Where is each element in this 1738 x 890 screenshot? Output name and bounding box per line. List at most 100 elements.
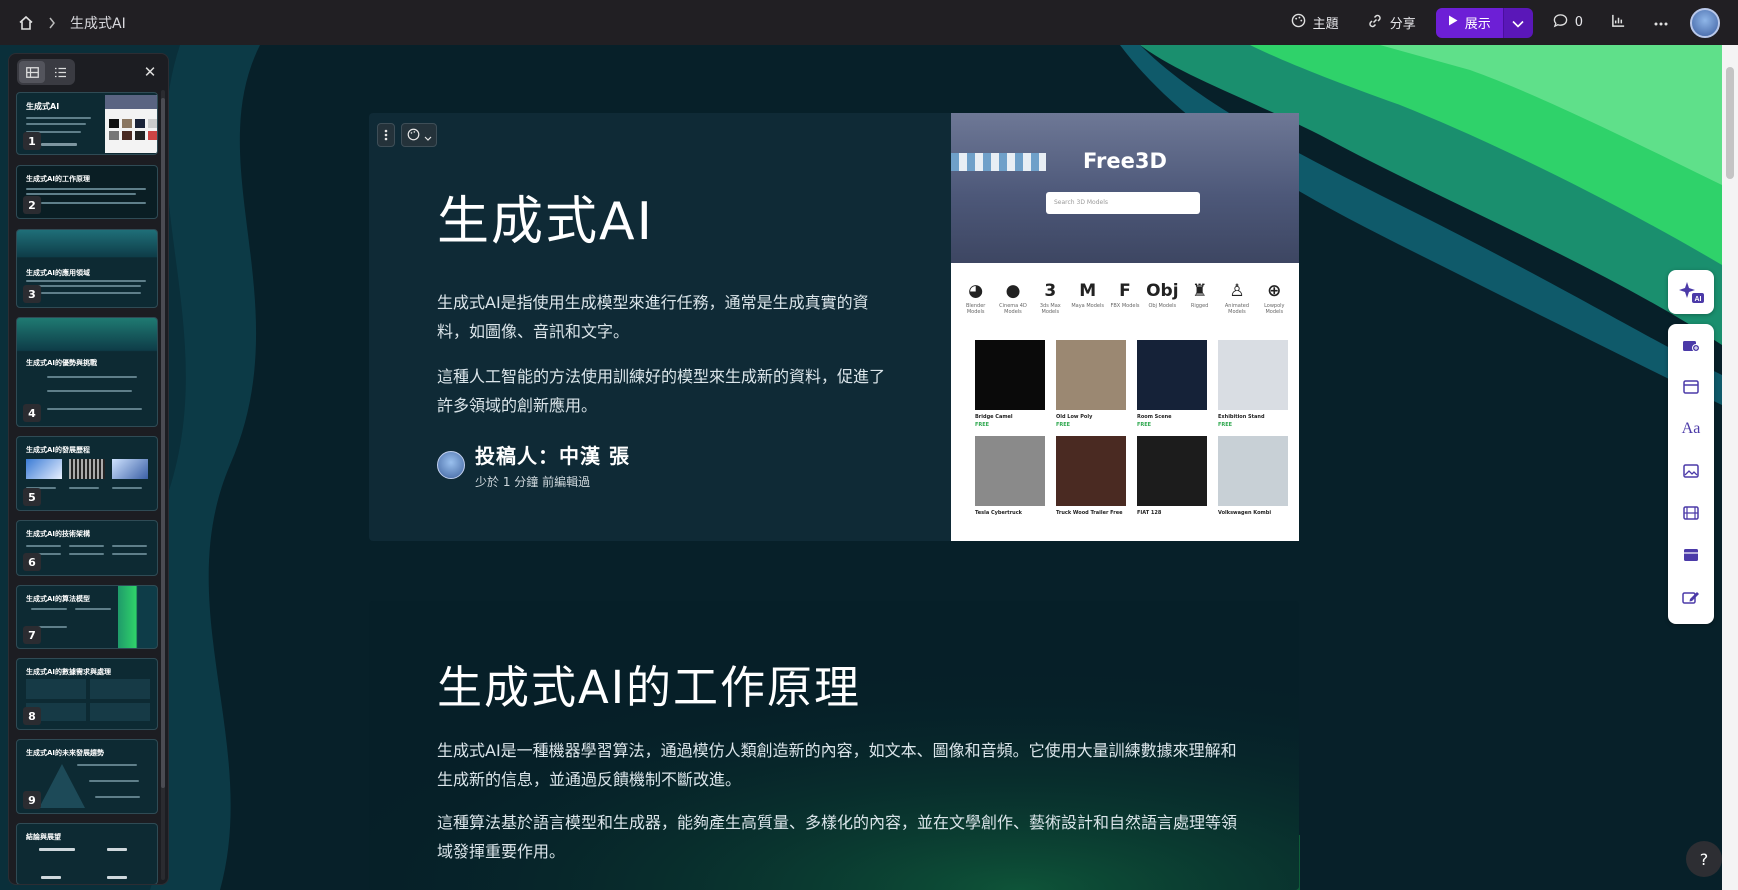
- thumbnail-number: 9: [23, 791, 41, 809]
- category-item: ◕ Blender Models: [965, 281, 986, 315]
- help-icon: ?: [1699, 849, 1709, 869]
- document-title[interactable]: 生成式AI: [70, 13, 126, 33]
- thumbnail-title: 生成式AI: [26, 102, 60, 111]
- add-card-icon: [1683, 341, 1700, 352]
- slide-thumbnail[interactable]: 生成式AI的數據需求與處理 8: [16, 658, 158, 730]
- layout-button[interactable]: [1668, 366, 1714, 408]
- card-style-button[interactable]: [401, 123, 437, 147]
- page-scrollbar[interactable]: [1722, 45, 1738, 890]
- thumbnail-number: 1: [23, 132, 41, 150]
- add-card-button[interactable]: [1668, 324, 1714, 366]
- sparkle-ai-icon: AI: [1679, 282, 1704, 303]
- image-icon: [1683, 464, 1699, 478]
- slide-thumbnail[interactable]: 生成式AI的未來發展趨勢 9: [16, 739, 158, 814]
- insert-embed-button[interactable]: [1668, 534, 1714, 576]
- model-card: Volkswagen Kombi: [1218, 436, 1288, 518]
- analytics-button[interactable]: [1597, 7, 1640, 38]
- model-card: FIAT 128: [1137, 436, 1207, 518]
- category-item: ⊕ Lowpoly Models: [1264, 281, 1285, 315]
- comments-button[interactable]: 0: [1539, 7, 1597, 38]
- comment-count: 0: [1574, 15, 1583, 30]
- free3d-search-box: Search 3D Models: [1046, 192, 1200, 214]
- thumbnail-title: 生成式AI的優勢與挑戰: [26, 359, 98, 367]
- slide-menu-button[interactable]: [377, 123, 395, 147]
- thumbnail-number: 7: [23, 626, 41, 644]
- thumbnail-title: 生成式AI的應用領域: [26, 269, 91, 277]
- thumbnail-title: 生成式AI的未來發展趨勢: [26, 749, 105, 757]
- model-grid: Bridge Camel FREE Old Low Poly FREE Room S…: [975, 340, 1288, 518]
- slide-thumbnail[interactable]: 生成式AI的工作原理 2: [16, 165, 158, 219]
- panel-scrollbar[interactable]: [161, 90, 165, 880]
- chevron-right-icon: [48, 17, 56, 29]
- slide-title[interactable]: 生成式AI的工作原理: [437, 651, 1237, 716]
- grid-view-button[interactable]: [19, 61, 45, 83]
- thumbnail-title: 生成式AI的發展歷程: [26, 446, 91, 454]
- slide-thumbnail[interactable]: 生成式AI的發展歷程 5: [16, 436, 158, 511]
- slide-thumbnail[interactable]: 結論與展望: [16, 823, 158, 884]
- thumbnail-title: 生成式AI的算法模型: [26, 595, 91, 603]
- help-button[interactable]: ?: [1686, 841, 1722, 877]
- free3d-hero: Free3D Search 3D Models: [951, 113, 1299, 263]
- category-item: ♜ Rigged: [1190, 281, 1209, 309]
- author-avatar: [437, 451, 465, 479]
- edited-timestamp: 少於 1 分鐘 前編輯過: [475, 475, 591, 489]
- model-card: Old Low Poly FREE: [1056, 340, 1126, 428]
- more-options-button[interactable]: [1640, 9, 1682, 36]
- palette-icon: [407, 126, 420, 145]
- slide-thumbnail[interactable]: 生成式AI的技術架構 6: [16, 520, 158, 576]
- author-block: 投稿人：中漢 張 少於 1 分鐘 前編輯過: [437, 440, 897, 490]
- svg-text:AI: AI: [1695, 296, 1702, 303]
- theme-button[interactable]: 主題: [1277, 7, 1353, 38]
- present-label: 展示: [1464, 17, 1491, 32]
- slide-paragraph[interactable]: 這種算法基於語言模型和生成器，能夠產生高質量、多樣化的內容，並在文學創作、藝術設…: [437, 808, 1237, 866]
- insert-image-button[interactable]: [1668, 450, 1714, 492]
- insert-form-button[interactable]: [1668, 576, 1714, 618]
- chevron-down-icon: [1512, 13, 1524, 32]
- layout-icon: [1683, 380, 1699, 394]
- model-card: Tesla Cybertruck: [975, 436, 1045, 518]
- slide-controls: [377, 123, 437, 147]
- thumbnail-title: 生成式AI的技術架構: [26, 530, 91, 538]
- slide-card[interactable]: 生成式AI的工作原理 生成式AI是一種機器學習算法，通過模仿人類創造新的內容，如…: [369, 601, 1299, 890]
- insert-video-button[interactable]: [1668, 492, 1714, 534]
- slide-title[interactable]: 生成式AI: [437, 179, 897, 254]
- user-avatar[interactable]: [1690, 7, 1720, 38]
- slide-thumbnail[interactable]: 生成式AI 1: [16, 92, 158, 155]
- share-button[interactable]: 分享: [1353, 7, 1430, 39]
- slide-paragraph[interactable]: 生成式AI是一種機器學習算法，通過模仿人類創造新的內容，如文本、圖像和音頻。它使…: [437, 736, 1237, 794]
- edit-form-icon: [1682, 592, 1699, 604]
- slide-paragraph[interactable]: 這種人工智能的方法使用訓練好的模型來生成新的資料，促進了許多領域的創新應用。: [437, 362, 897, 420]
- thumbnail-number: 3: [23, 285, 41, 303]
- thumbnail-image: [105, 95, 157, 153]
- breadcrumb: 生成式AI: [18, 13, 126, 33]
- present-options-button[interactable]: [1502, 7, 1533, 38]
- play-icon: [1448, 15, 1458, 30]
- slide-paragraph[interactable]: 生成式AI是指使用生成模型來進行任務，通常是生成真實的資料，如圖像、音訊和文字。: [437, 288, 897, 346]
- ai-assistant-button[interactable]: AI: [1668, 270, 1714, 314]
- slide-thumbnail[interactable]: 生成式AI的算法模型 7: [16, 585, 158, 649]
- category-item: ● Cinema 4D Models: [999, 281, 1027, 315]
- present-button[interactable]: 展示: [1435, 7, 1503, 38]
- slide-thumbnail[interactable]: 生成式AI的優勢與挑戰 4: [16, 317, 158, 427]
- model-card: Room Scene FREE: [1137, 340, 1207, 428]
- home-icon[interactable]: [18, 15, 34, 31]
- category-item: M Maya Models: [1071, 281, 1104, 309]
- comment-icon: [1553, 13, 1568, 32]
- free3d-screenshot-image[interactable]: Free3D Search 3D Models ◕ Blender Models …: [951, 113, 1299, 541]
- close-icon: ✕: [143, 63, 157, 81]
- share-label: 分享: [1389, 17, 1416, 32]
- thumbnail-title: 生成式AI的工作原理: [26, 175, 91, 183]
- palette-icon: [1291, 13, 1306, 32]
- text-style-button[interactable]: Aa: [1668, 408, 1714, 450]
- close-panel-button[interactable]: ✕: [140, 63, 160, 81]
- link-icon: [1367, 13, 1383, 33]
- author-name: 投稿人：中漢 張: [475, 444, 630, 468]
- thumbnail-title: 結論與展望: [26, 833, 61, 841]
- slide-text-block: 生成式AI的工作原理 生成式AI是一種機器學習算法，通過模仿人類創造新的內容，如…: [437, 651, 1237, 866]
- list-view-button[interactable]: [47, 61, 73, 83]
- free3d-logo: Free3D: [1083, 149, 1167, 173]
- model-card: Bridge Camel FREE: [975, 340, 1045, 428]
- model-card: Exhibition Stand FREE: [1218, 340, 1288, 428]
- category-item: F FBX Models: [1110, 281, 1140, 309]
- slide-thumbnail[interactable]: 生成式AI的應用領域 3: [16, 229, 158, 308]
